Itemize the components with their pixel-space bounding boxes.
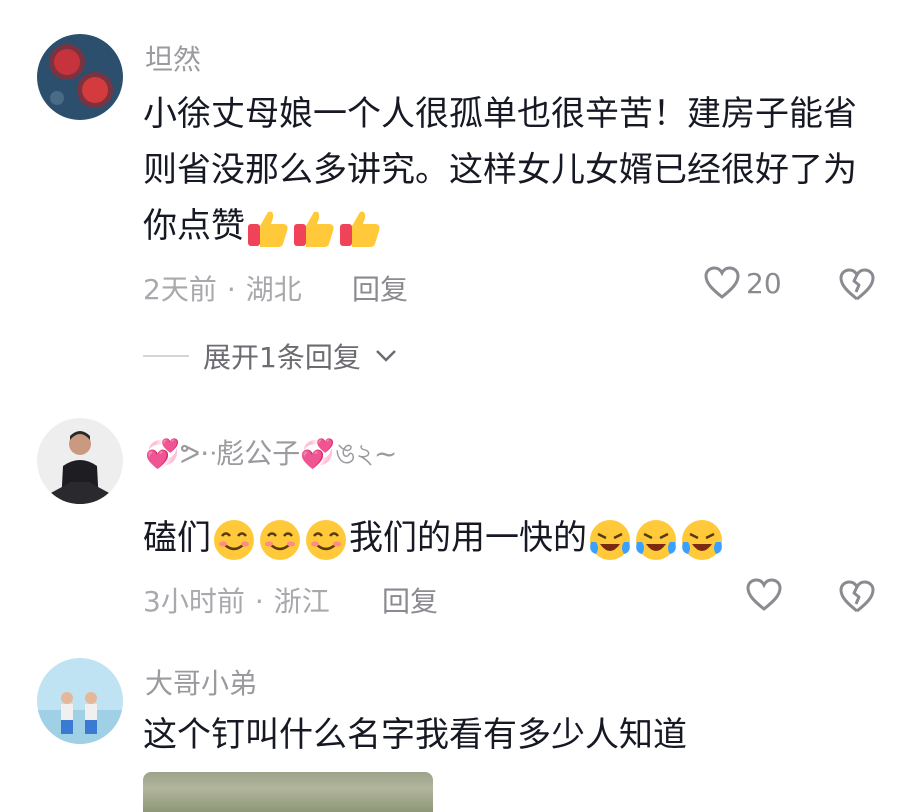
- decoration: ᕗ·ᐧ: [179, 437, 217, 470]
- broken-heart-icon: [839, 580, 875, 613]
- chevron-down-icon: [375, 350, 396, 362]
- crying-laughing-emoji: [590, 519, 630, 560]
- comment-meta: 2天前 · 湖北: [143, 273, 302, 306]
- username[interactable]: 💞ᕗ·ᐧ彪公子💞ঙ২~: [145, 432, 397, 479]
- crying-laughing-emoji: [636, 519, 676, 560]
- like-button[interactable]: [746, 578, 782, 612]
- avatar[interactable]: [37, 418, 123, 504]
- avatar[interactable]: [37, 658, 123, 744]
- comment-meta: 3小时前 · 浙江: [143, 585, 330, 618]
- like-button[interactable]: 20: [704, 266, 782, 300]
- comment-text: 磕们 我们的用一快的: [143, 510, 888, 566]
- reply-button[interactable]: 回复: [352, 268, 408, 308]
- divider: [143, 355, 189, 357]
- heart-decoration: 💞: [145, 437, 180, 470]
- username[interactable]: 坦然: [145, 38, 201, 78]
- comment-text: 小徐丈母娘一个人很孤单也很辛苦！建房子能省 则省没那么多讲究。这样女儿女婿已经很…: [143, 86, 888, 254]
- thumbs-up-emoji: [294, 211, 334, 247]
- reply-button[interactable]: 回复: [382, 580, 438, 620]
- comment-text: 这个钉叫什么名字我看有多少人知道: [143, 715, 687, 755]
- dislike-button[interactable]: [838, 268, 876, 306]
- comment-image[interactable]: [143, 772, 433, 812]
- heart-outline-icon: [746, 578, 782, 611]
- heart-decoration: 💞: [300, 437, 336, 470]
- smiling-emoji: [260, 519, 300, 560]
- username[interactable]: 大哥小弟: [145, 662, 257, 702]
- smiling-emoji: [306, 519, 346, 560]
- broken-heart-icon: [839, 268, 875, 301]
- thumbs-up-emoji: [248, 211, 288, 247]
- thumbs-up-emoji: [340, 211, 380, 247]
- crying-laughing-emoji: [682, 519, 722, 560]
- like-count: 20: [746, 266, 782, 300]
- avatar[interactable]: [37, 34, 123, 120]
- smiling-emoji: [214, 519, 254, 560]
- dislike-button[interactable]: [838, 580, 876, 618]
- decoration: ঙ২~: [335, 437, 398, 470]
- expand-replies-button[interactable]: 展开1条回复: [143, 336, 397, 376]
- heart-outline-icon: [704, 266, 740, 299]
